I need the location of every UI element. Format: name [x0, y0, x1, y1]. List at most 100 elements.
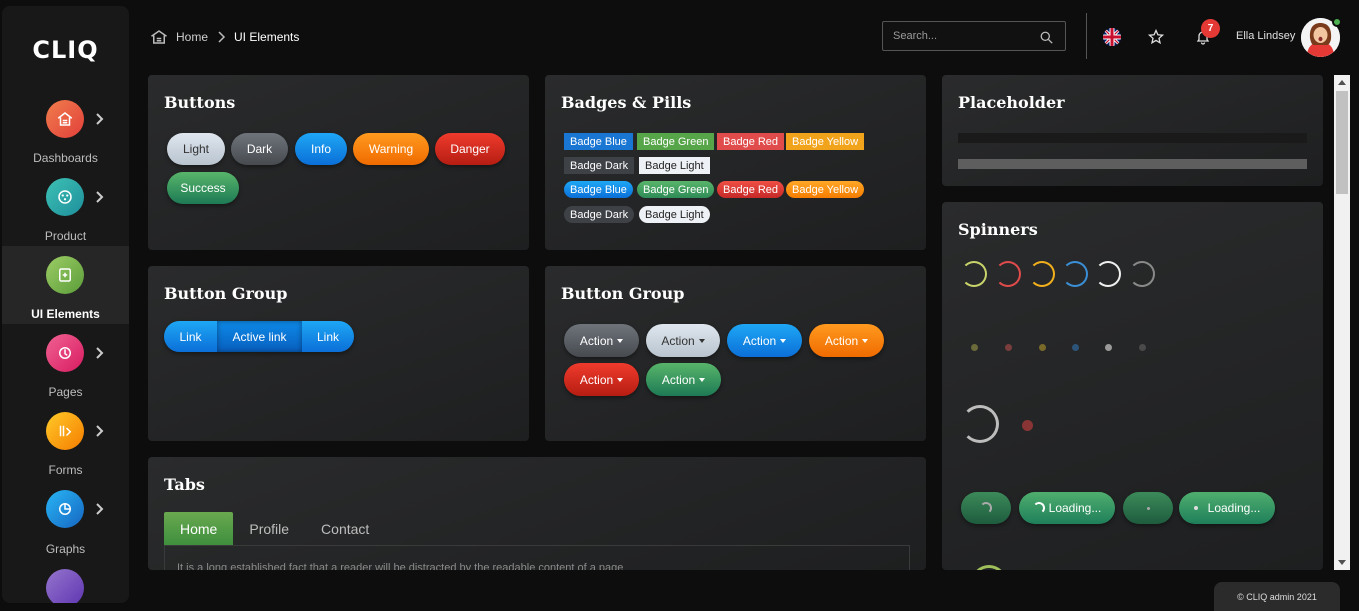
card-title: Button Group — [561, 284, 685, 303]
breadcrumb: Home UI Elements — [150, 27, 299, 47]
buttons-card: Buttons Light Dark Info Warning Danger S… — [148, 75, 529, 250]
sidebar-item-label: UI Elements — [31, 307, 100, 321]
spinner-button[interactable] — [961, 492, 1011, 524]
card-title: Button Group — [164, 284, 288, 303]
chevron-right-icon — [96, 113, 104, 125]
danger-button[interactable]: Danger — [435, 133, 505, 165]
scroll-thumb[interactable] — [1336, 91, 1348, 194]
sidebar-item-pages[interactable]: Pages — [2, 330, 129, 408]
loading-button[interactable]: Loading... — [1019, 492, 1115, 524]
caret-down-icon — [699, 377, 706, 382]
badge-pill-dark: Badge Dark — [564, 206, 635, 223]
spinner-grow-large — [1022, 420, 1033, 431]
sidebar-item-ui-elements[interactable]: UI Elements — [2, 246, 129, 324]
more-icon[interactable] — [46, 569, 84, 603]
caret-down-icon — [862, 338, 869, 343]
success-button[interactable]: Success — [167, 172, 239, 204]
chevron-right-icon — [96, 503, 104, 515]
warning-button[interactable]: Warning — [353, 133, 429, 165]
search-icon[interactable] — [1040, 31, 1053, 44]
badges-card: Badges & Pills Badge Blue Badge Green Ba… — [545, 75, 926, 250]
caret-down-icon — [617, 377, 624, 382]
light-button[interactable]: Light — [167, 133, 225, 165]
sidebar-item-graphs[interactable]: Graphs — [2, 486, 129, 564]
action-label: Action — [661, 333, 695, 348]
star-icon[interactable] — [1148, 29, 1164, 45]
breadcrumb-home[interactable]: Home — [176, 30, 208, 44]
action-label: Action — [742, 333, 777, 348]
user-name[interactable]: Ella Lindsey — [1236, 30, 1295, 42]
badge-pill-yellow: Badge Yellow — [786, 181, 865, 198]
spinner-partial — [971, 565, 1007, 570]
action-dropdown-light[interactable]: Action — [646, 324, 720, 357]
scroll-down-icon[interactable] — [1338, 560, 1346, 565]
online-status-dot — [1332, 17, 1342, 27]
sidebar-item-label: Product — [44, 229, 87, 243]
vertical-scrollbar[interactable] — [1334, 75, 1350, 570]
chevron-right-icon — [96, 425, 104, 437]
placeholder-card: Placeholder — [942, 75, 1323, 186]
spinner-border — [1062, 261, 1088, 287]
tab-home[interactable]: Home — [164, 512, 234, 545]
graph-icon — [46, 490, 84, 528]
sidebar-item-product[interactable]: Product — [2, 174, 129, 252]
spinner-grow-button[interactable] — [1123, 492, 1173, 524]
tab-contact[interactable]: Contact — [305, 512, 385, 545]
link-button[interactable]: Link — [164, 321, 217, 352]
header-divider — [1086, 13, 1087, 59]
sidebar-item-label: Pages — [48, 385, 83, 399]
logo[interactable]: CLIQ — [2, 36, 129, 64]
grow-dot-icon — [1146, 506, 1150, 510]
spinner-border — [995, 261, 1021, 287]
sidebar: CLIQ Dashboards Product UI Elements Page… — [2, 6, 129, 603]
placeholder-bar — [958, 159, 1307, 169]
badge-yellow: Badge Yellow — [786, 133, 865, 150]
action-dropdown-warning[interactable]: Action — [809, 324, 884, 357]
action-dropdown-danger[interactable]: Action — [564, 363, 639, 396]
spinner-border — [1095, 261, 1121, 287]
home-icon[interactable] — [150, 28, 168, 46]
spinner-large — [961, 405, 999, 443]
uk-flag-icon[interactable] — [1103, 28, 1121, 46]
dropdown-group-card: Button Group Action Action Action Action… — [545, 266, 926, 441]
app-root: CLIQ Dashboards Product UI Elements Page… — [0, 0, 1359, 611]
spinner-border — [1029, 261, 1055, 287]
action-dropdown-success[interactable]: Action — [646, 363, 721, 396]
spinner-grow — [1005, 344, 1012, 351]
tabs-card: Tabs Home Profile Contact It is a long e… — [148, 457, 926, 570]
placeholder-bar — [958, 133, 1307, 143]
badge-pill-light: Badge Light — [639, 206, 710, 223]
action-dropdown-info[interactable]: Action — [727, 324, 802, 357]
badge-green: Badge Green — [637, 133, 715, 150]
chevron-right-icon — [218, 31, 226, 43]
scroll-up-icon[interactable] — [1338, 80, 1346, 85]
sidebar-item-dashboards[interactable]: Dashboards — [2, 96, 129, 174]
link-button-group: Link Active link Link — [164, 321, 354, 352]
forms-icon — [46, 412, 84, 450]
info-button[interactable]: Info — [295, 133, 347, 165]
chevron-right-icon — [96, 347, 104, 359]
spinner-icon — [980, 502, 992, 514]
chevron-right-icon — [96, 191, 104, 203]
spinner-border — [961, 261, 987, 287]
spinner-border — [1129, 261, 1155, 287]
home-icon — [46, 100, 84, 138]
action-label: Action — [661, 372, 696, 387]
box-icon — [46, 178, 84, 216]
spinners-card: Spinners Loading... Loading... — [942, 202, 1323, 570]
search-input[interactable] — [883, 22, 1033, 50]
active-link-button[interactable]: Active link — [217, 321, 302, 352]
link-button[interactable]: Link — [302, 321, 354, 352]
badge-red: Badge Red — [717, 133, 785, 150]
card-title: Tabs — [164, 475, 205, 494]
spinner-grow — [1105, 344, 1112, 351]
tab-profile[interactable]: Profile — [233, 512, 305, 545]
action-dropdown-dark[interactable]: Action — [564, 324, 639, 357]
caret-down-icon — [698, 338, 705, 343]
sidebar-item-forms[interactable]: Forms — [2, 408, 129, 486]
badge-blue: Badge Blue — [564, 133, 633, 150]
loading-label: Loading... — [1048, 501, 1102, 515]
caret-down-icon — [617, 338, 624, 343]
dark-button[interactable]: Dark — [231, 133, 288, 165]
loading-grow-button[interactable]: Loading... — [1179, 492, 1275, 524]
